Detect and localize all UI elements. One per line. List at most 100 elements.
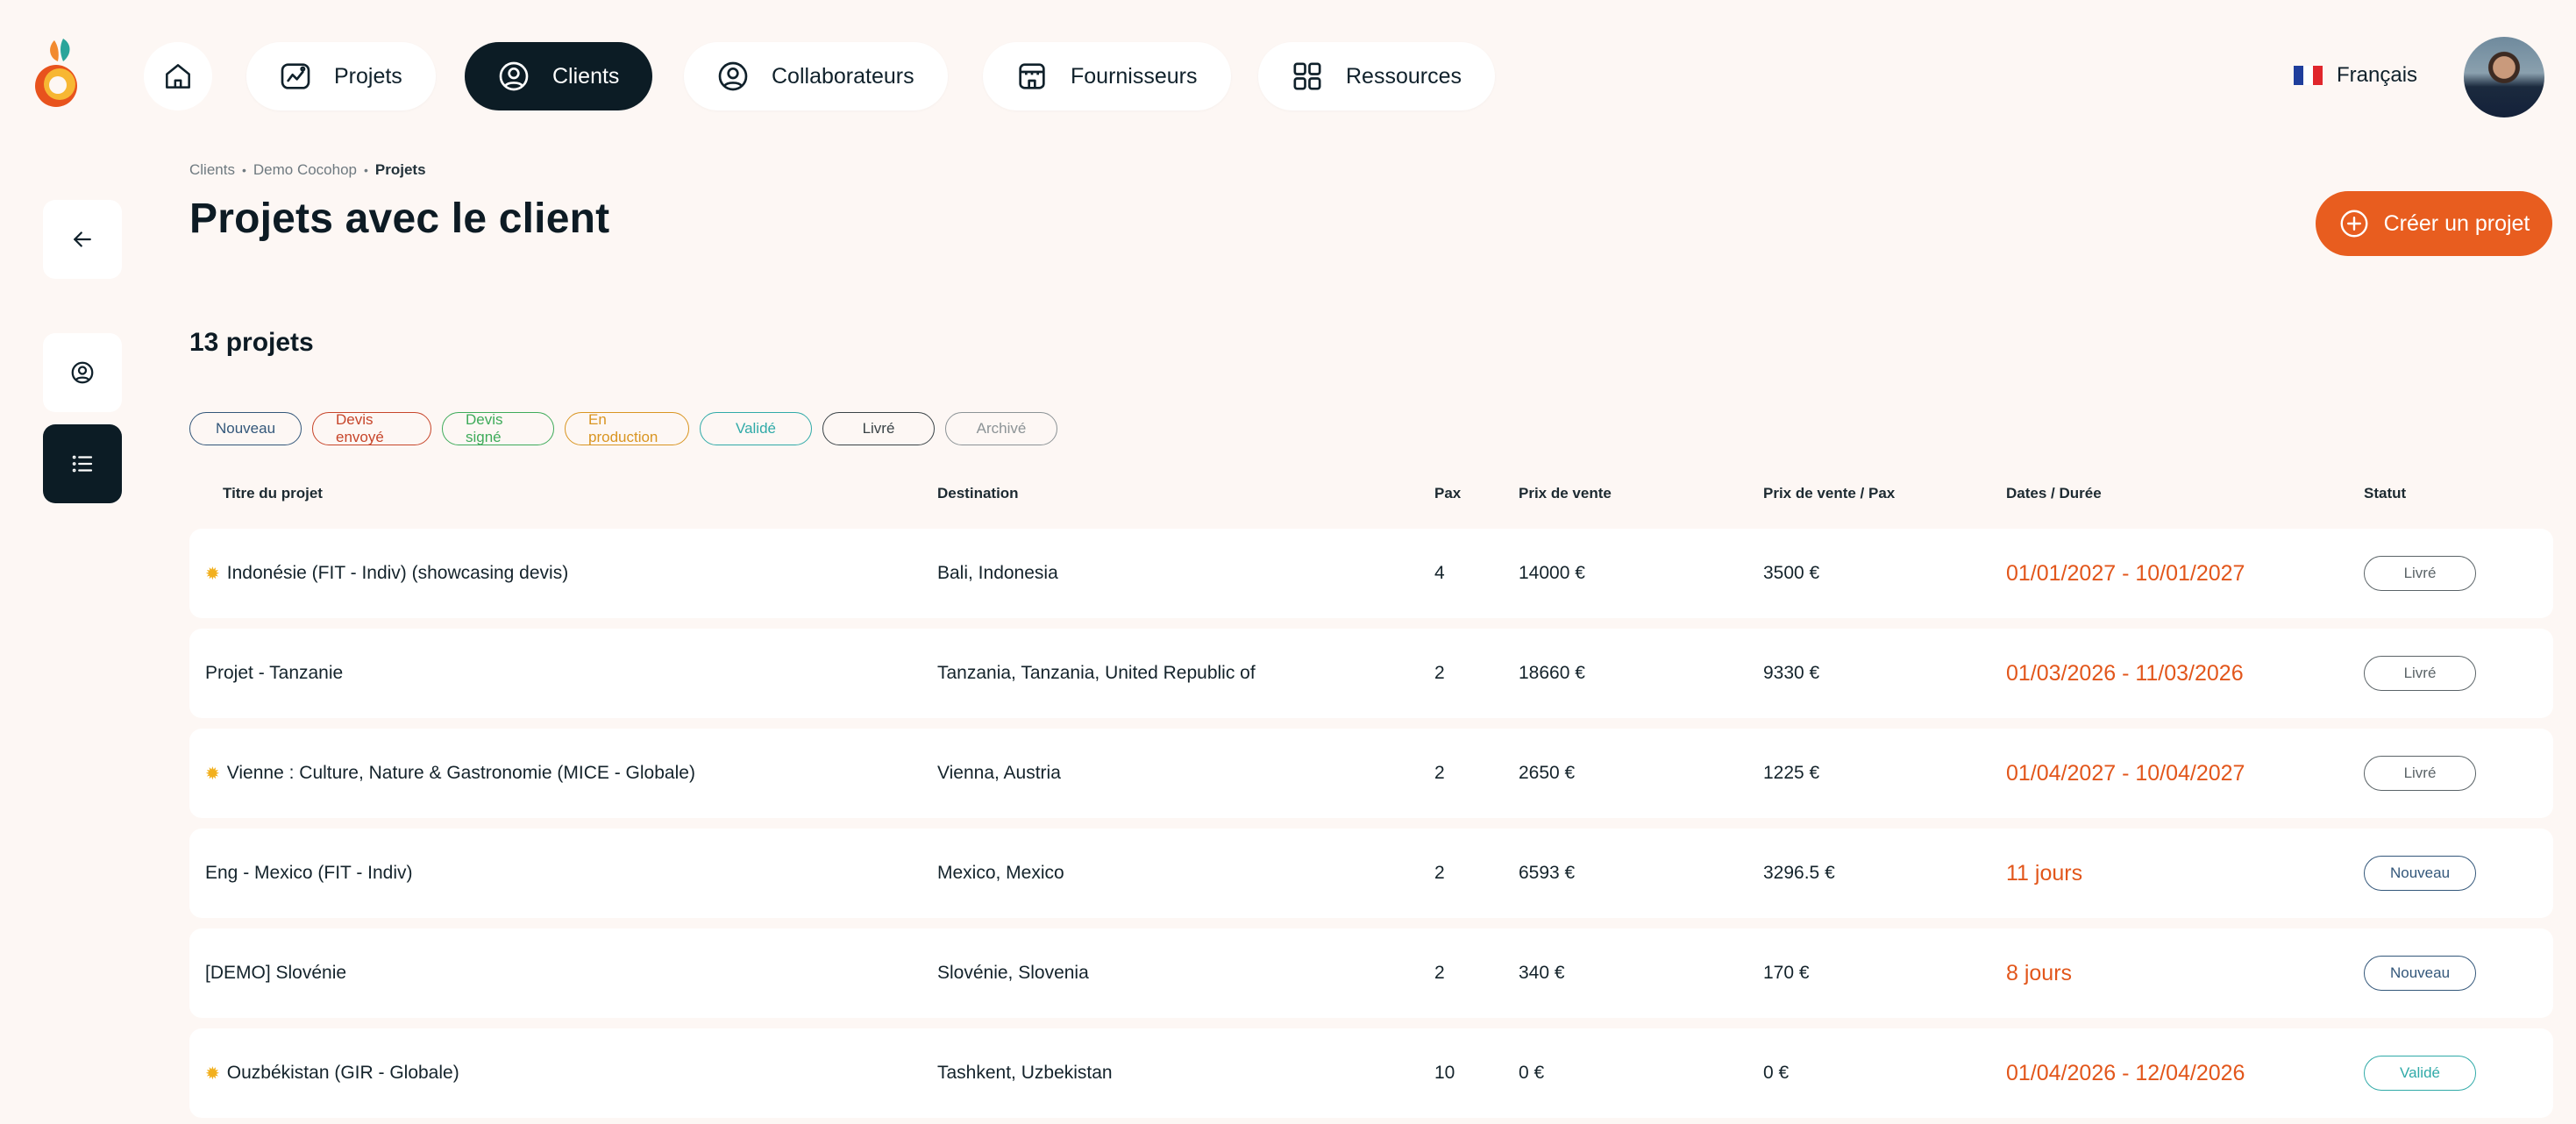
status-badge: Livré [2364,556,2476,591]
nav-fournisseurs[interactable]: Fournisseurs [983,42,1231,110]
project-title: Indonésie (FIT - Indiv) (showcasing devi… [226,563,569,583]
breadcrumb-client[interactable]: Demo Cocohop [253,161,357,179]
status-badge: Nouveau [2364,856,2476,891]
home-icon [166,64,190,89]
breadcrumb-clients[interactable]: Clients [189,161,235,179]
page-title: Projets avec le client [189,196,610,242]
grid-icon [1293,62,1321,90]
project-title-cell: [DEMO] Slovénie [205,928,346,1018]
status-cell: Validé [2364,1028,2476,1118]
column-header-status[interactable]: Statut [2364,485,2406,502]
price-per-pax-cell: 170 € [1763,963,1810,983]
status-badge: Livré [2364,656,2476,691]
nav-ressources[interactable]: Ressources [1258,42,1495,110]
filter-chip-label: En production [588,411,658,445]
column-header-pax[interactable]: Pax [1434,485,1461,502]
project-count: 13 projets [189,328,314,357]
price-cell: 6593 € [1519,863,1576,883]
column-header-dates[interactable]: Dates / Durée [2006,485,2102,502]
destination-cell: Tashkent, Uzbekistan [937,1063,1113,1083]
sun-icon: ✹ [205,764,220,784]
breadcrumb-current: Projets [374,161,426,178]
destination-cell: Tanzania, Tanzania, United Republic of [937,663,1256,683]
projects-icon [281,63,310,89]
filter-chip-label: Devis signé [466,411,503,445]
pax-cell: 2 [1434,663,1445,683]
nav-projets[interactable]: Projets [246,42,436,110]
pax-cell: 2 [1434,763,1445,783]
project-title: Ouzbékistan (GIR - Globale) [226,1063,459,1083]
dates-cell: 01/01/2027 - 10/01/2027 [2006,560,2245,586]
user-circle-icon [71,361,94,384]
breadcrumb-separator: • [241,163,246,177]
price-per-pax-cell: 9330 € [1763,663,1820,683]
status-badge: Nouveau [2364,956,2476,991]
create-project-button[interactable]: Créer un projet [2316,191,2552,256]
table-row[interactable]: Projet - Tanzanie Tanzania, Tanzania, Un… [189,629,2553,718]
filter-chip-label: Livré [862,420,895,437]
status-cell: Livré [2364,729,2476,818]
table-row[interactable]: Eng - Mexico (FIT - Indiv) Mexico, Mexic… [189,829,2553,918]
filter-chip-devis-envoye[interactable]: Devis envoyé [312,411,431,445]
price-per-pax-cell: 1225 € [1763,763,1820,783]
user-circle-icon [499,61,529,91]
column-header-price[interactable]: Prix de vente [1519,485,1612,502]
filter-chip-valide[interactable]: Validé [700,412,812,445]
user-avatar[interactable] [2464,37,2544,117]
filter-chip-livre[interactable]: Livré [822,412,935,445]
table-row[interactable]: [DEMO] Slovénie Slovénie, Slovenia 2 340… [189,928,2553,1018]
project-title: [DEMO] Slovénie [205,963,347,983]
pax-cell: 2 [1434,963,1445,983]
pax-cell: 10 [1434,1063,1455,1083]
project-title: Vienne : Culture, Nature & Gastronomie (… [226,763,695,783]
filter-chip-en-production[interactable]: En production [565,411,689,445]
breadcrumb-separator: • [364,163,368,177]
store-icon [1019,63,1045,89]
project-title: Eng - Mexico (FIT - Indiv) [205,863,413,883]
dates-cell: 11 jours [2006,860,2083,886]
nav-ressources-label: Ressources [1346,63,1462,89]
arrow-left-icon [74,231,91,247]
sun-icon: ✹ [205,564,220,584]
filter-chip-devis-signe[interactable]: Devis signé [442,411,554,445]
client-projects-button[interactable] [43,424,122,503]
destination-cell: Mexico, Mexico [937,863,1064,883]
price-per-pax-cell: 3296.5 € [1763,863,1835,883]
nav-projets-label: Projets [334,63,402,89]
table-row[interactable]: ✹ Indonésie (FIT - Indiv) (showcasing dev… [189,529,2553,618]
project-title-cell: ✹ Vienne : Culture, Nature & Gastronomie … [205,729,695,818]
project-title-cell: Projet - Tanzanie [205,629,343,718]
dates-cell: 01/03/2026 - 11/03/2026 [2006,660,2244,686]
page: Projets Clients Collaborateurs Fournisse… [0,0,2576,1124]
filter-chip-label: Devis envoyé [336,411,384,445]
home-button[interactable] [144,42,212,110]
app-logo[interactable] [32,35,88,116]
price-cell: 14000 € [1519,563,1585,583]
filter-chip-nouveau[interactable]: Nouveau [189,412,302,445]
price-cell: 340 € [1519,963,1565,983]
table-row[interactable]: ✹ Ouzbékistan (GIR - Globale) Tashkent, U… [189,1028,2553,1118]
column-header-price-per-pax[interactable]: Prix de vente / Pax [1763,485,1895,502]
filter-chip-archive[interactable]: Archivé [945,412,1057,445]
column-header-title[interactable]: Titre du projet [223,485,323,502]
language-selector[interactable]: Français [2294,63,2417,88]
destination-cell: Slovénie, Slovenia [937,963,1089,983]
back-button[interactable] [43,200,122,279]
status-filters: Nouveau Devis envoyé Devis signé En prod… [189,411,1057,445]
nav-fournisseurs-label: Fournisseurs [1071,63,1198,89]
language-label: Français [2337,63,2418,87]
nav-clients-label: Clients [552,63,620,89]
status-cell: Nouveau [2364,829,2476,918]
table-row[interactable]: ✹ Vienne : Culture, Nature & Gastronomie … [189,729,2553,818]
client-profile-button[interactable] [43,333,122,412]
column-header-destination[interactable]: Destination [937,485,1019,502]
dates-cell: 8 jours [2006,960,2073,985]
destination-cell: Vienna, Austria [937,763,1061,783]
nav-clients[interactable]: Clients [465,42,653,110]
create-project-label: Créer un projet [2383,210,2530,236]
project-title-cell: ✹ Indonésie (FIT - Indiv) (showcasing dev… [205,529,568,618]
nav-collaborateurs[interactable]: Collaborateurs [684,42,948,110]
project-title-cell: ✹ Ouzbékistan (GIR - Globale) [205,1028,459,1118]
filter-chip-label: Nouveau [215,420,276,437]
status-cell: Livré [2364,529,2476,618]
